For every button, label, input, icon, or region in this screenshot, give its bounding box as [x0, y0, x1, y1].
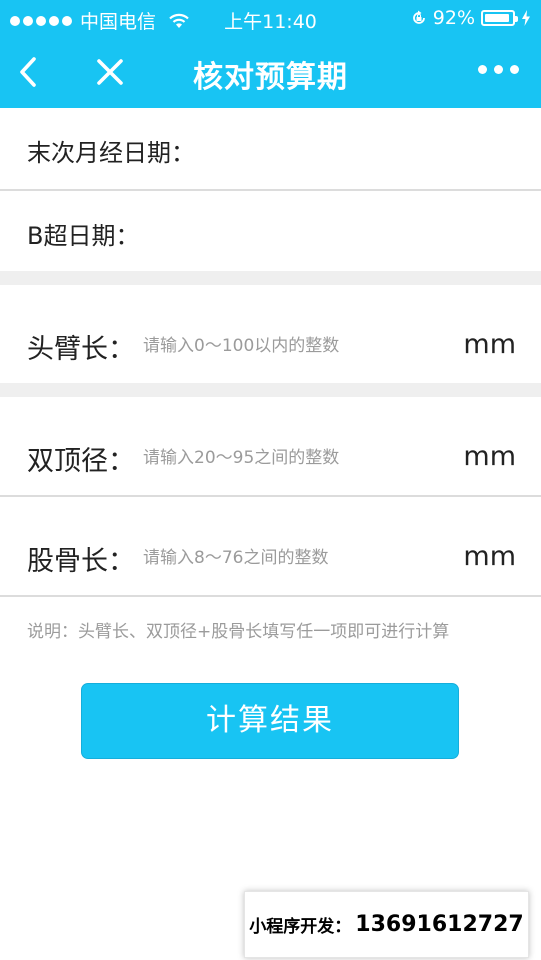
- calculate-button[interactable]: 计算结果: [81, 683, 459, 759]
- bpd-unit: mm: [463, 441, 516, 472]
- promo-phone: 13691612727: [355, 912, 524, 937]
- divider: [0, 595, 541, 597]
- fl-row: 股骨长： 请输入8～76之间的整数 mm: [0, 497, 541, 595]
- page-title: 核对预算期: [193, 60, 348, 95]
- fl-label: 股骨长：: [27, 546, 135, 577]
- crl-row: 头臂长： 请输入0～100以内的整数 mm: [0, 285, 541, 383]
- bpd-row: 双顶径： 请输入20～95之间的整数 mm: [0, 397, 541, 495]
- battery-percent: 92%: [432, 7, 475, 29]
- fl-unit: mm: [463, 541, 516, 572]
- promo-card: 小程序开发： 13691612727: [244, 891, 529, 958]
- battery-fill: [485, 14, 509, 22]
- section-gap: [0, 383, 541, 397]
- bscan-date-label: B超日期：: [27, 222, 140, 250]
- bpd-label: 双顶径：: [27, 446, 135, 477]
- section-gap: [0, 271, 541, 285]
- rotation-lock-icon: [412, 10, 425, 24]
- status-bar: 中国电信 上午11:40 92%: [0, 0, 541, 36]
- crl-unit: mm: [463, 329, 516, 360]
- lmp-date-row[interactable]: 末次月经日期：: [0, 108, 541, 189]
- bpd-input[interactable]: 请输入20～95之间的整数: [143, 443, 339, 468]
- status-right: 92%: [411, 7, 531, 29]
- more-dots-icon[interactable]: [478, 65, 519, 74]
- instruction-note: 说明：头臂长、双顶径+股骨长填写任一项即可进行计算: [27, 622, 450, 642]
- nav-bar: 核对预算期: [0, 36, 541, 108]
- crl-label: 头臂长：: [27, 334, 135, 365]
- charging-bolt-icon: [522, 10, 530, 26]
- lmp-date-label: 末次月经日期：: [27, 139, 195, 167]
- bscan-date-row[interactable]: B超日期：: [0, 191, 541, 271]
- promo-label: 小程序开发：: [249, 917, 352, 937]
- crl-input[interactable]: 请输入0～100以内的整数: [143, 331, 339, 356]
- fl-input[interactable]: 请输入8～76之间的整数: [143, 543, 328, 568]
- battery-icon: [481, 10, 518, 26]
